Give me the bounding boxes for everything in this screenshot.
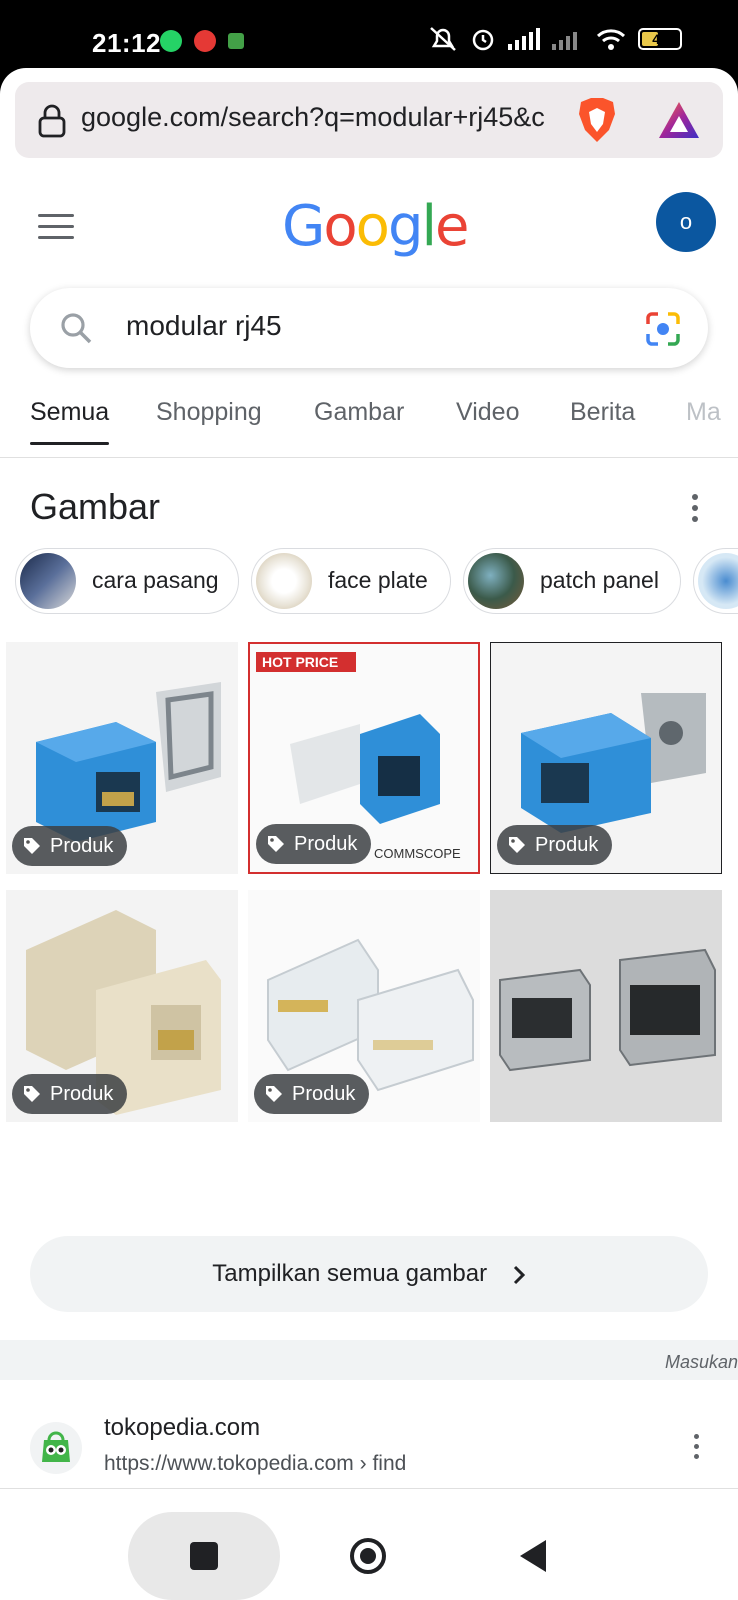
more-options-icon[interactable] [692, 494, 700, 527]
image-result[interactable]: Produk [490, 642, 722, 874]
commscope-label: COMMSCOPE [374, 846, 461, 861]
battery-icon: 45 [638, 28, 682, 50]
tokopedia-favicon [30, 1422, 82, 1474]
search-query: modular rj45 [126, 310, 282, 341]
product-badge: Produk [497, 825, 613, 865]
show-all-label: Tampilkan semua gambar [212, 1260, 488, 1287]
tag-icon [509, 837, 525, 853]
badge-label: Produk [50, 834, 114, 857]
search-tabs: Semua Shopping Gambar Video Berita Ma [0, 388, 738, 458]
tokopedia-icon [42, 1431, 70, 1462]
result-url: https://www.tokopedia.com › find [104, 1452, 406, 1476]
image-result[interactable]: Produk [248, 890, 480, 1122]
chip-thumbnail [698, 553, 738, 609]
tab-gambar[interactable]: Gambar [314, 398, 404, 427]
show-all-images-button[interactable]: Tampilkan semua gambar [30, 1236, 708, 1312]
result-more-icon[interactable] [694, 1434, 699, 1464]
chip-label: cara pasang [92, 567, 219, 593]
signal-2-icon [552, 32, 577, 50]
product-badge: Produk [12, 826, 128, 866]
badge-label: Produk [294, 832, 358, 855]
image-result[interactable]: Produk [6, 642, 238, 874]
home-button[interactable] [350, 1538, 386, 1574]
result-url-host: https://www.tokopedia.com [104, 1452, 354, 1475]
app-notification-icon [194, 30, 216, 52]
tab-berita[interactable]: Berita [570, 398, 635, 427]
battery-level: 45 [652, 31, 668, 47]
image-result[interactable] [490, 890, 722, 1122]
product-badge: Produk [12, 1074, 128, 1114]
mute-icon [430, 27, 456, 51]
recents-button[interactable] [190, 1542, 218, 1570]
result-site-name[interactable]: tokopedia.com [104, 1414, 260, 1442]
chip-thumbnail [468, 553, 524, 609]
chip-label: patch panel [540, 567, 659, 593]
tab-more[interactable]: Ma [686, 398, 721, 427]
chip-cara-pasang[interactable]: cara pasang [15, 548, 239, 614]
image-result[interactable]: HOT PRICE COMMSCOPE Produk [248, 642, 480, 874]
badge-label: Produk [292, 1082, 356, 1105]
puzzle-icon [228, 33, 244, 49]
pcb-jack-image [490, 890, 722, 1122]
chip-patch-panel[interactable]: patch panel [463, 548, 681, 614]
brave-shield-icon[interactable] [575, 96, 619, 144]
browser-window: google.com/search?q=modular+rj45&c Googl… [0, 68, 738, 1512]
chevron-right-icon [513, 1265, 525, 1284]
chip-more[interactable] [693, 548, 738, 614]
address-bar[interactable]: google.com/search?q=modular+rj45&c [15, 82, 723, 158]
wifi-icon [596, 29, 626, 50]
whatsapp-icon [160, 30, 182, 52]
status-bar: 21:12 45 [0, 0, 738, 70]
account-avatar[interactable]: o [656, 192, 716, 252]
result-url-path: › find [353, 1452, 407, 1475]
tag-icon [24, 838, 40, 854]
url-text: google.com/search?q=modular+rj45&c [81, 102, 545, 132]
chip-label: face plate [328, 567, 428, 593]
product-badge: Produk [256, 824, 372, 864]
google-lens-icon[interactable] [644, 310, 682, 348]
chip-thumbnail [256, 553, 312, 609]
tag-icon [24, 1086, 40, 1102]
badge-label: Produk [50, 1082, 114, 1105]
browser-toolbar: 39 [0, 1488, 738, 1512]
product-badge: Produk [254, 1074, 370, 1114]
images-section-title: Gambar [30, 486, 161, 527]
tab-semua[interactable]: Semua [30, 398, 110, 445]
chip-face-plate[interactable]: face plate [251, 548, 451, 614]
hot-price-label: HOT PRICE [262, 654, 338, 670]
chip-thumbnail [20, 553, 76, 609]
feedback-link[interactable]: Masukan [665, 1352, 738, 1373]
system-nav-bar [0, 1512, 738, 1600]
google-logo[interactable]: Google [282, 194, 470, 259]
signal-icon [508, 28, 540, 50]
image-result[interactable]: Produk [6, 890, 238, 1122]
back-button[interactable] [520, 1540, 546, 1572]
rewards-triangle-icon[interactable] [655, 98, 703, 142]
tab-video[interactable]: Video [456, 398, 520, 427]
search-input[interactable]: modular rj45 [30, 288, 708, 368]
hamburger-menu-icon[interactable] [38, 214, 74, 240]
status-icons: 45 [428, 26, 682, 52]
tab-shopping[interactable]: Shopping [156, 398, 262, 427]
search-icon [61, 313, 92, 344]
tag-icon [268, 836, 284, 852]
section-divider [0, 1340, 738, 1380]
tag-icon [266, 1086, 282, 1102]
badge-label: Produk [535, 833, 599, 856]
lock-icon [38, 104, 66, 138]
status-time: 21:12 [92, 28, 161, 58]
alarm-icon [472, 29, 494, 51]
